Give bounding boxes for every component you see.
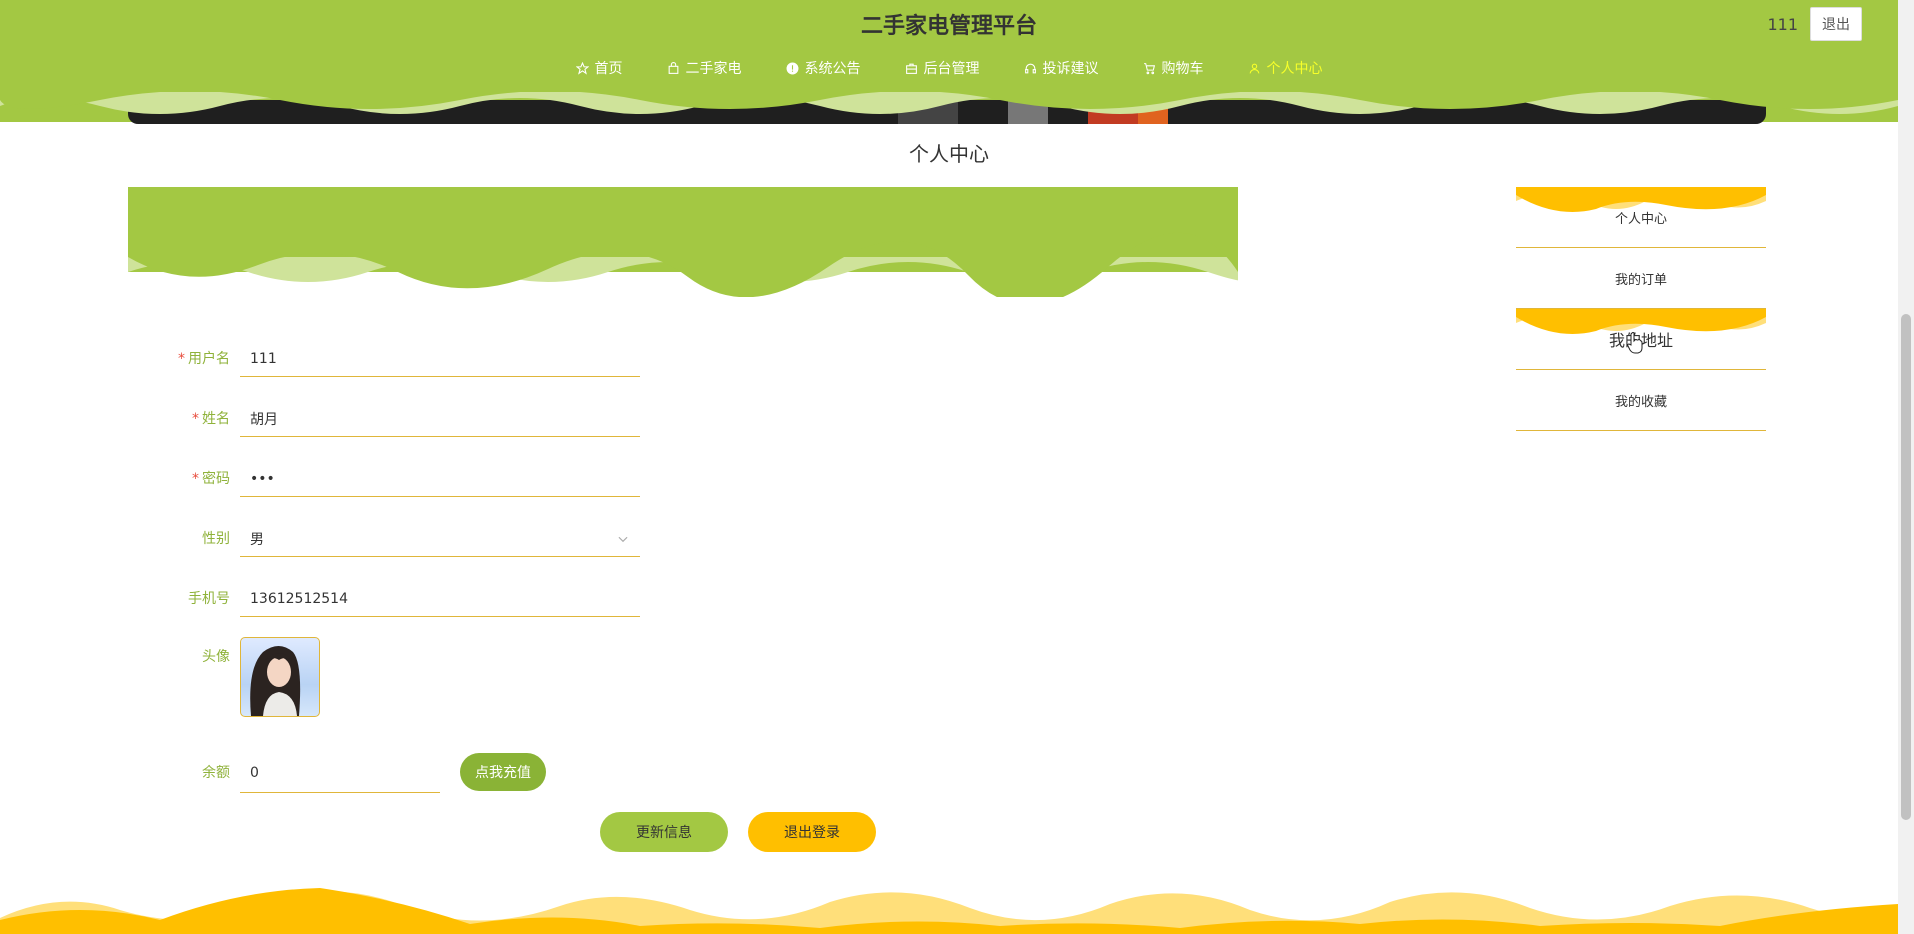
star-icon <box>575 61 589 75</box>
nav-item-appliances[interactable]: 二手家电 <box>667 58 742 78</box>
chevron-down-icon <box>618 536 628 542</box>
avatar-upload[interactable] <box>240 637 320 717</box>
balance-field[interactable]: 0 <box>240 753 440 793</box>
site-title: 二手家电管理平台 <box>860 14 1037 39</box>
password-label: * 密码 <box>192 471 230 487</box>
gender-select[interactable]: 男 <box>240 521 640 557</box>
side-menu-item-profile[interactable]: 个人中心 <box>1516 187 1766 248</box>
side-menu-item-orders[interactable]: 我的订单 <box>1516 248 1766 309</box>
update-info-button[interactable]: 更新信息 <box>600 812 728 852</box>
nav-label: 二手家电 <box>685 61 742 77</box>
main-nav: 首页 二手家电 系统公告 后台管理 投诉建议 购物车 个人中心 <box>0 58 1898 78</box>
info-icon <box>786 62 798 74</box>
form-banner-decoration <box>128 187 1238 297</box>
nav-label: 投诉建议 <box>1042 61 1099 77</box>
hand-cursor-icon <box>1627 332 1643 354</box>
phone-label: 手机号 <box>188 591 230 607</box>
form-row-password: * 密码 ••• <box>160 461 640 497</box>
headset-icon <box>1024 63 1036 73</box>
logout-account-button[interactable]: 退出登录 <box>748 812 876 852</box>
cart-icon <box>1143 62 1155 74</box>
name-field[interactable]: 胡月 <box>240 401 640 437</box>
password-field[interactable]: ••• <box>240 461 640 497</box>
header-logout-button[interactable]: 退出 <box>1810 7 1862 41</box>
form-row-username: * 用户名 111 <box>160 341 640 377</box>
side-menu-label: 我的订单 <box>1614 272 1667 288</box>
side-menu-label: 个人中心 <box>1614 211 1667 227</box>
form-actions: 更新信息 退出登录 <box>600 812 876 852</box>
scrollbar-thumb[interactable] <box>1901 314 1911 820</box>
user-name: 111 <box>1767 14 1798 34</box>
username-field[interactable]: 111 <box>240 341 640 377</box>
form-row-avatar: 头像 <box>160 637 320 717</box>
nav-item-admin[interactable]: 后台管理 <box>905 58 980 78</box>
phone-field[interactable]: 13612512514 <box>240 581 640 617</box>
form-row-phone: 手机号 13612512514 <box>160 581 640 617</box>
nav-label: 购物车 <box>1161 61 1204 77</box>
form-row-name: * 姓名 胡月 <box>160 401 640 437</box>
nav-label: 首页 <box>594 61 623 77</box>
footer-wave-decoration <box>0 888 1898 934</box>
page-scrollbar[interactable] <box>1898 0 1914 934</box>
nav-label: 后台管理 <box>923 61 980 77</box>
nav-label: 系统公告 <box>804 61 861 77</box>
recharge-button[interactable]: 点我充值 <box>460 753 546 791</box>
user-area: 111 退出 <box>1767 7 1862 41</box>
header-wave-decoration <box>0 92 1898 114</box>
nav-item-cart[interactable]: 购物车 <box>1143 58 1204 78</box>
form-row-balance: 余额 0 点我充值 <box>160 753 546 793</box>
gender-value: 男 <box>250 531 264 548</box>
name-label: * 姓名 <box>192 411 230 427</box>
nav-item-announcements[interactable]: 系统公告 <box>786 58 861 78</box>
side-menu-label: 我的收藏 <box>1614 394 1667 410</box>
nav-item-profile[interactable]: 个人中心 <box>1248 58 1323 78</box>
briefcase-icon <box>905 63 917 74</box>
nav-label: 个人中心 <box>1266 61 1323 77</box>
bag-icon <box>668 61 678 74</box>
nav-item-home[interactable]: 首页 <box>575 58 623 78</box>
balance-label: 余额 <box>202 765 230 781</box>
side-menu-item-favorites[interactable]: 我的收藏 <box>1516 370 1766 431</box>
avatar-label: 头像 <box>202 649 230 665</box>
user-icon <box>1249 63 1259 73</box>
form-row-gender: 性别 男 <box>160 521 640 557</box>
side-menu: 个人中心 我的订单 我的地址 我的收藏 <box>1516 187 1766 431</box>
gender-label: 性别 <box>202 531 230 547</box>
nav-item-feedback[interactable]: 投诉建议 <box>1024 58 1099 78</box>
username-label: * 用户名 <box>178 351 230 367</box>
avatar-image <box>250 646 301 716</box>
page-title: 个人中心 <box>909 142 989 166</box>
